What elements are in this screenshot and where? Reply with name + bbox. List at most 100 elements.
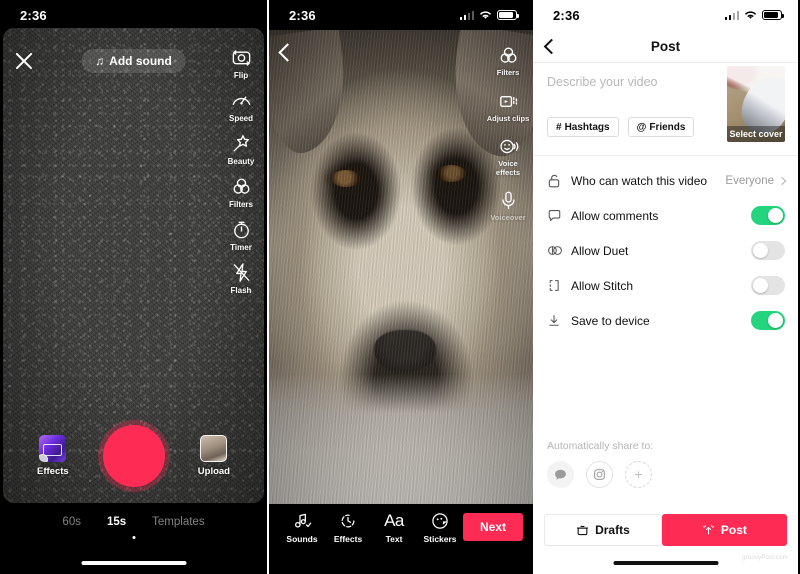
cellular-signal-icon (459, 10, 474, 20)
share-messages-button[interactable] (547, 461, 574, 488)
upload-label: Upload (197, 466, 230, 477)
camera-mode-selector: 60s 15s Templates (0, 514, 267, 548)
rail-item-voice-effects[interactable]: Voice effects (486, 135, 530, 177)
effects-button[interactable]: Effects (37, 435, 69, 477)
row-allow-stitch[interactable]: Allow Stitch (533, 268, 798, 303)
add-sound-button[interactable]: ♫ Add sound (81, 49, 186, 73)
row-label: Allow comments (571, 208, 659, 223)
mode-60s[interactable]: 60s (62, 516, 81, 528)
comment-icon (547, 208, 567, 223)
drafts-label: Drafts (595, 523, 630, 537)
select-cover-label: Select cover (727, 126, 785, 142)
status-indicators (459, 10, 519, 20)
status-time: 2:36 (553, 7, 580, 23)
record-shutter-button[interactable] (102, 425, 165, 487)
rail-item-filters[interactable]: Filters (486, 44, 530, 78)
row-save-to-device[interactable]: Save to device (533, 303, 798, 338)
beauty-wand-icon (233, 135, 249, 152)
mode-templates[interactable]: Templates (152, 516, 204, 528)
select-cover-thumbnail[interactable]: Select cover (727, 66, 785, 142)
tool-text[interactable]: Aa Text (371, 511, 417, 544)
next-button[interactable]: Next (463, 513, 524, 541)
hashtags-label: Hashtags (564, 121, 610, 133)
share-instagram-button[interactable] (586, 461, 613, 488)
page-title: Post (650, 38, 681, 54)
rail-item-timer[interactable]: Timer (219, 218, 263, 252)
watermark: groovyPost.com (742, 555, 788, 561)
row-allow-duet[interactable]: Allow Duet (533, 233, 798, 268)
voice-effects-icon (499, 139, 518, 154)
rail-item-voiceover[interactable]: Voiceover (486, 189, 530, 223)
cellular-signal-icon (724, 10, 739, 20)
row-label: Who can watch this video (571, 173, 708, 188)
toggle-knob (768, 208, 783, 223)
status-time: 2:36 (20, 7, 47, 23)
toggle-save-to-device[interactable] (751, 311, 785, 330)
timer-icon (233, 221, 249, 239)
filters-icon (233, 178, 249, 194)
status-bar-preview: 2:36 (269, 0, 533, 30)
row-allow-comments[interactable]: Allow comments (533, 198, 798, 233)
home-indicator (613, 561, 718, 565)
row-who-can-watch[interactable]: Who can watch this video Everyone (533, 163, 798, 198)
instagram-icon (594, 469, 605, 480)
effects-clock-icon (341, 514, 355, 527)
rail-item-beauty[interactable]: Beauty (219, 132, 263, 166)
post-button[interactable]: Post (661, 514, 787, 546)
tool-stickers[interactable]: Stickers (417, 511, 463, 544)
rail-item-flip[interactable]: Flip (219, 46, 263, 80)
mode-15s[interactable]: 15s (107, 516, 126, 528)
post-settings-list: Who can watch this video Everyone Allow … (533, 163, 798, 338)
tool-label: Stickers (423, 533, 457, 544)
row-value-group: Everyone (725, 174, 787, 187)
rail-label: Voice effects (495, 159, 521, 177)
effects-thumbnail-icon (39, 435, 67, 462)
sounds-icon (295, 513, 312, 528)
panel-camera: 2:36 ♫ Add sound Flip Speed Beauty Filte… (0, 0, 267, 574)
close-icon[interactable] (13, 49, 35, 71)
stickers-icon (432, 512, 448, 529)
mode-active-indicator (132, 536, 135, 539)
flip-camera-icon (232, 50, 250, 66)
flash-off-icon (233, 263, 249, 282)
friends-chip[interactable]: @ Friends (627, 117, 695, 137)
tool-label: Effects (333, 533, 363, 544)
lock-icon (547, 173, 567, 189)
stitch-icon (547, 278, 567, 293)
toggle-allow-comments[interactable] (751, 206, 785, 225)
back-chevron-icon[interactable] (543, 38, 560, 55)
drafts-button[interactable]: Drafts (544, 514, 662, 546)
post-label: Post (720, 523, 747, 537)
panel-post: 2:36 Post Describe your video # Hashtags… (533, 0, 798, 574)
toggle-allow-stitch[interactable] (751, 276, 785, 295)
rail-item-adjust-clips[interactable]: Adjust clips (486, 90, 530, 124)
share-more-button[interactable] (625, 461, 652, 488)
upload-button[interactable]: Upload (198, 435, 230, 477)
tool-sounds[interactable]: Sounds (279, 511, 325, 544)
preview-toolbar: Sounds Effects Aa Text Stickers Next (269, 504, 533, 550)
rail-label: Adjust clips (486, 113, 530, 123)
post-footer: Drafts Post (544, 514, 787, 546)
effects-label: Effects (37, 466, 69, 477)
row-value: Everyone (725, 174, 774, 187)
rail-item-flash[interactable]: Flash (219, 261, 263, 295)
chevron-right-icon (777, 176, 787, 185)
text-aa-icon: Aa (384, 510, 404, 530)
add-sound-label: Add sound (109, 54, 172, 68)
toggle-knob (753, 243, 768, 258)
rail-label: Timer (230, 243, 252, 252)
section-divider (533, 155, 798, 156)
rail-item-speed[interactable]: Speed (219, 89, 263, 123)
rail-item-filters[interactable]: Filters (219, 175, 263, 209)
hashtags-chip[interactable]: # Hashtags (547, 117, 619, 137)
post-header: Post (533, 30, 798, 63)
row-label: Allow Duet (571, 243, 629, 258)
filters-icon (500, 47, 516, 63)
upload-thumbnail-icon (200, 435, 228, 462)
at-icon: @ (636, 121, 647, 133)
toggle-allow-duet[interactable] (751, 241, 785, 260)
more-share-icon (635, 471, 642, 478)
friends-label: Friends (649, 121, 686, 133)
rail-label: Beauty (227, 157, 255, 166)
tool-effects[interactable]: Effects (325, 511, 371, 544)
